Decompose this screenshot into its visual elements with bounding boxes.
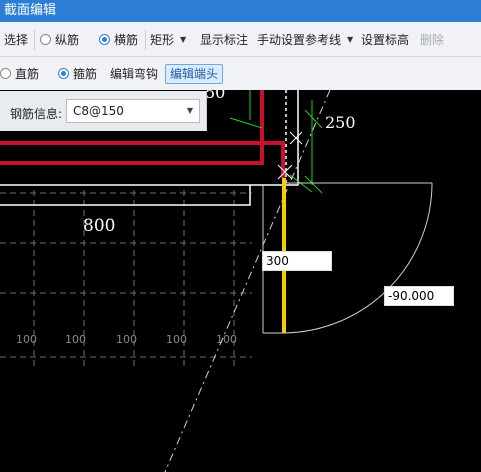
grid-label: 100 xyxy=(216,333,237,346)
longitudinal-radio[interactable]: 纵筋 xyxy=(40,22,79,56)
chevron-down-icon: ▼ xyxy=(347,34,354,44)
drawing-canvas[interactable]: 100 100 100 100 100 50 250 800 xyxy=(0,90,481,472)
dim-text-partial: 50 xyxy=(205,90,225,102)
dim-text-250: 250 xyxy=(325,113,356,132)
transverse-radio[interactable]: 横筋 xyxy=(99,22,138,56)
stirrup-radio[interactable]: 箍筋 xyxy=(58,57,97,90)
window-title: 截面编辑 xyxy=(0,0,481,22)
straight-radio[interactable]: 直筋 xyxy=(0,57,39,90)
shape-dropdown[interactable]: 矩形 ▼ xyxy=(150,22,186,56)
manual-ref-dropdown[interactable]: 手动设置参考线 ▼ xyxy=(257,22,353,56)
radio-unchecked-icon xyxy=(0,68,11,79)
rebar-info-value: C8@150 xyxy=(73,104,124,118)
grid-label: 100 xyxy=(116,333,137,346)
manual-ref-label: 手动设置参考线 xyxy=(257,32,342,47)
toolbar-divider xyxy=(145,30,146,50)
select-button[interactable]: 选择 xyxy=(4,22,28,56)
length-input[interactable]: 300 xyxy=(262,251,332,271)
grid-label: 100 xyxy=(166,333,187,346)
straight-label: 直筋 xyxy=(15,67,40,81)
chevron-down-icon: ▼ xyxy=(180,34,187,44)
edit-end-button[interactable]: 编辑端头 xyxy=(165,57,224,90)
grid-label: 100 xyxy=(16,333,37,346)
radio-unchecked-icon xyxy=(40,33,51,45)
rebar-info-panel: 钢筋信息: C8@150 ▼ xyxy=(0,91,207,131)
rebar-info-select[interactable]: C8@150 ▼ xyxy=(66,99,200,123)
show-dims-button[interactable]: 显示标注 xyxy=(200,22,248,56)
delete-button[interactable]: 删除 xyxy=(420,22,444,56)
edit-end-label: 编辑端头 xyxy=(165,63,224,84)
radio-checked-icon xyxy=(99,33,110,45)
dim-text-800: 800 xyxy=(83,216,115,236)
shape-label: 矩形 xyxy=(150,32,175,47)
angle-input[interactable]: -90.000 xyxy=(384,286,454,306)
grid-label: 100 xyxy=(65,333,86,346)
rebar-info-label: 钢筋信息: xyxy=(10,107,63,121)
stirrup-label: 箍筋 xyxy=(73,67,98,81)
radio-checked-icon xyxy=(58,68,69,79)
toolbar-primary: 选择 纵筋 横筋 矩形 ▼ 显示标注 手动设置参考线 ▼ 设置标高 删除 xyxy=(0,22,481,57)
toolbar-secondary: 直筋 箍筋 编辑弯钩 编辑端头 xyxy=(0,57,481,90)
transverse-label: 横筋 xyxy=(114,32,139,47)
edit-hook-button[interactable]: 编辑弯钩 xyxy=(110,57,158,90)
chevron-down-icon: ▼ xyxy=(186,106,193,115)
toolbar-divider xyxy=(34,30,35,50)
longitudinal-label: 纵筋 xyxy=(55,32,80,47)
set-elevation-button[interactable]: 设置标高 xyxy=(361,22,409,56)
canvas-background xyxy=(0,90,481,472)
